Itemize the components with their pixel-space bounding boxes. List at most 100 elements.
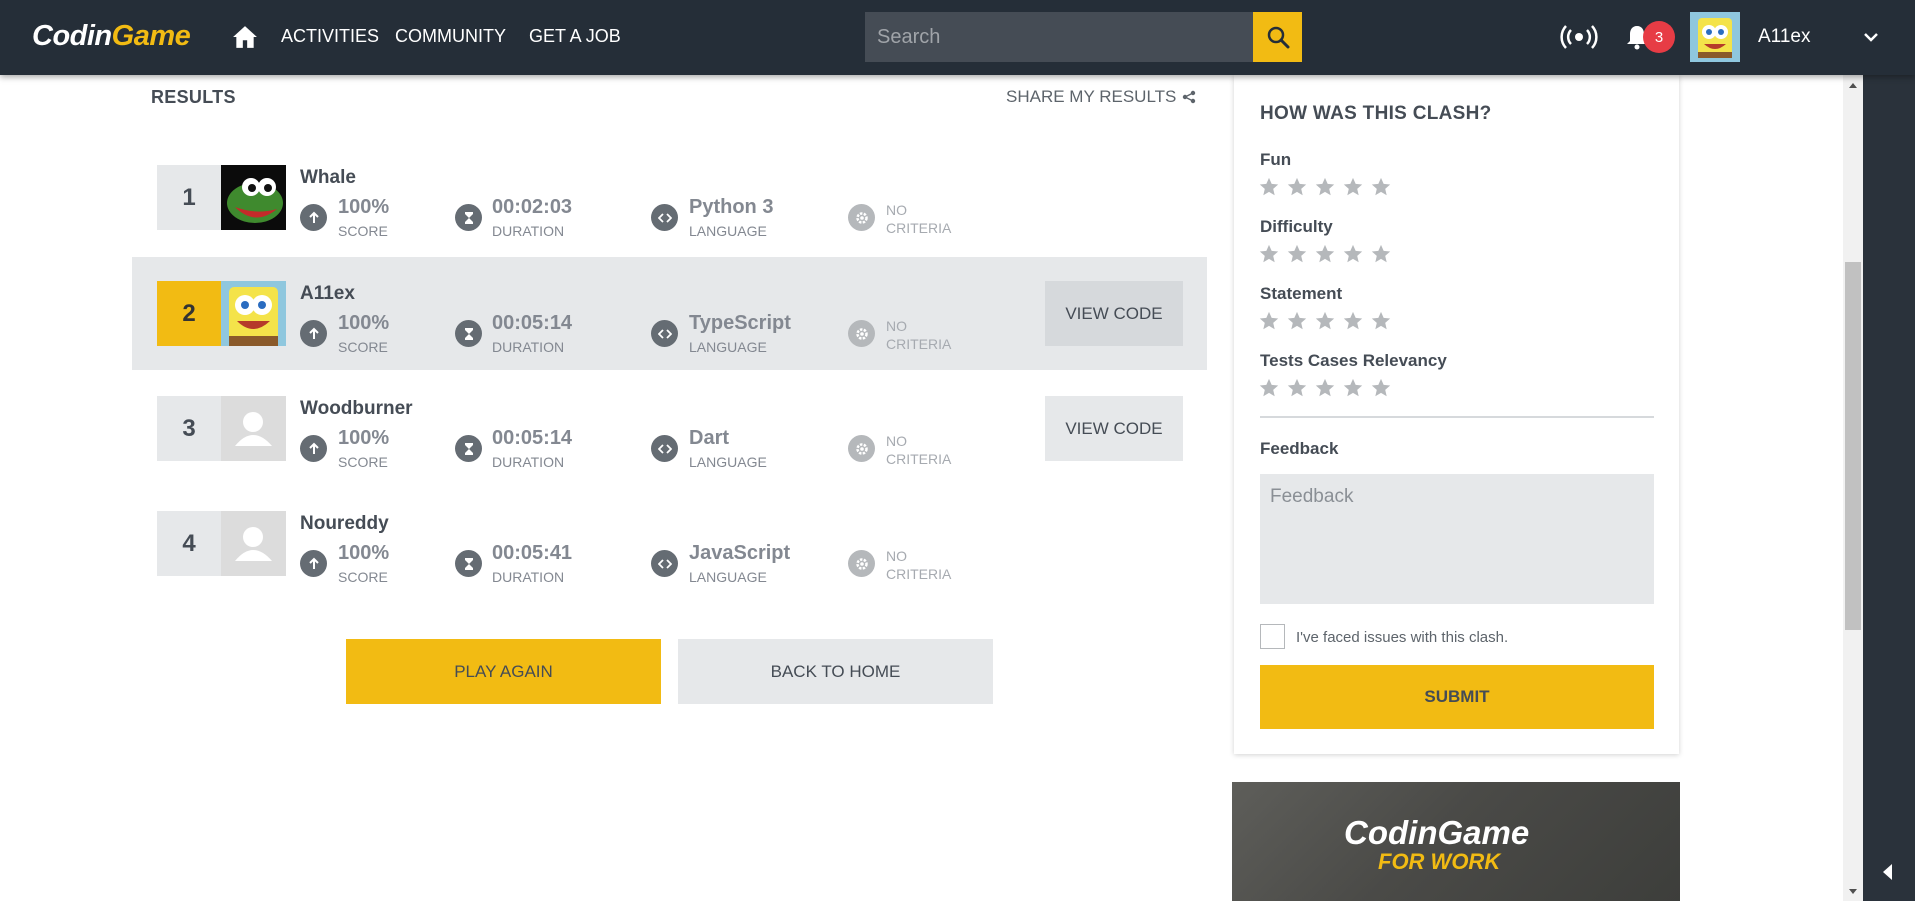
star-icon[interactable] bbox=[1314, 243, 1336, 265]
user-avatar[interactable] bbox=[1690, 12, 1740, 62]
sponge-avatar[interactable] bbox=[221, 281, 286, 346]
result-row: 4 Noureddy 100% SCORE 00:05:41 DURATION … bbox=[132, 488, 1207, 601]
language-value: Python 3 bbox=[689, 196, 774, 218]
gear-icon bbox=[848, 204, 875, 231]
player-name[interactable]: Noureddy bbox=[300, 513, 389, 535]
duration-value: 00:05:14 bbox=[492, 427, 573, 449]
issues-checkbox-label[interactable]: I've faced issues with this clash. bbox=[1296, 629, 1508, 646]
gear-icon bbox=[848, 320, 875, 347]
player-name[interactable]: A11ex bbox=[300, 283, 355, 305]
criteria-label: CRITERIA bbox=[886, 566, 952, 582]
frog-avatar[interactable] bbox=[221, 165, 286, 230]
gear-icon bbox=[848, 550, 875, 577]
feedback-textarea[interactable] bbox=[1260, 474, 1654, 604]
side-rail bbox=[1863, 75, 1915, 901]
home-icon[interactable] bbox=[232, 24, 258, 50]
nav-username[interactable]: A11ex bbox=[1758, 26, 1810, 48]
view-code-button[interactable]: VIEW CODE bbox=[1045, 281, 1183, 346]
back-to-home-button[interactable]: BACK TO HOME bbox=[678, 639, 993, 704]
criteria-label: CRITERIA bbox=[886, 220, 952, 236]
criteria-value: NO bbox=[886, 202, 907, 218]
view-code-button[interactable]: VIEW CODE bbox=[1045, 396, 1183, 461]
star-icon[interactable] bbox=[1342, 310, 1364, 332]
star-icon[interactable] bbox=[1314, 377, 1336, 399]
result-row: 3 Woodburner 100% SCORE 00:05:14 DURATIO… bbox=[132, 373, 1207, 486]
criteria-value: NO bbox=[886, 548, 907, 564]
star-icon[interactable] bbox=[1258, 243, 1280, 265]
feedback-panel-title: HOW WAS THIS CLASH? bbox=[1260, 103, 1492, 124]
share-results-link[interactable]: SHARE MY RESULTS bbox=[1006, 87, 1196, 107]
star-icon[interactable] bbox=[1286, 243, 1308, 265]
hourglass-icon bbox=[455, 435, 482, 462]
default-avatar[interactable] bbox=[221, 511, 286, 576]
ad-subtitle: FOR WORK bbox=[1378, 849, 1501, 874]
star-icon[interactable] bbox=[1370, 377, 1392, 399]
rating-stars-fun[interactable] bbox=[1258, 176, 1392, 198]
hourglass-icon bbox=[455, 550, 482, 577]
results-title: RESULTS bbox=[151, 87, 236, 107]
star-icon[interactable] bbox=[1258, 176, 1280, 198]
chevron-left-icon[interactable] bbox=[1880, 862, 1896, 882]
star-icon[interactable] bbox=[1314, 310, 1336, 332]
hourglass-icon bbox=[455, 204, 482, 231]
rating-stars-difficulty[interactable] bbox=[1258, 243, 1392, 265]
rank-badge: 4 bbox=[157, 511, 221, 576]
broadcast-icon[interactable] bbox=[1559, 22, 1599, 52]
duration-value: 00:02:03 bbox=[492, 196, 573, 218]
duration-label: DURATION bbox=[492, 569, 565, 585]
issues-checkbox[interactable] bbox=[1260, 624, 1285, 649]
arrow-up-icon bbox=[300, 320, 327, 347]
rating-stars-tests-cases-relevancy[interactable] bbox=[1258, 377, 1392, 399]
chevron-down-icon[interactable] bbox=[1862, 28, 1880, 46]
result-row: 1 Whale 100% SCORE 00:02:03 DURATION Pyt… bbox=[132, 134, 1207, 247]
play-again-button[interactable]: PLAY AGAIN bbox=[346, 639, 661, 704]
rating-label-fun: Fun bbox=[1260, 150, 1292, 169]
gear-icon bbox=[848, 435, 875, 462]
criteria-value: NO bbox=[886, 318, 907, 334]
feedback-label: Feedback bbox=[1260, 439, 1339, 458]
submit-button[interactable]: SUBMIT bbox=[1260, 665, 1654, 729]
score-label: SCORE bbox=[338, 223, 388, 239]
star-icon[interactable] bbox=[1286, 176, 1308, 198]
search-button[interactable] bbox=[1253, 12, 1302, 62]
duration-value: 00:05:14 bbox=[492, 312, 573, 334]
top-navbar: CodinGame ACTIVITIES COMMUNITY GET A JOB… bbox=[0, 0, 1915, 75]
language-label: LANGUAGE bbox=[689, 569, 767, 585]
arrow-up-icon bbox=[300, 204, 327, 231]
star-icon[interactable] bbox=[1258, 377, 1280, 399]
nav-get-a-job[interactable]: GET A JOB bbox=[529, 26, 621, 47]
star-icon[interactable] bbox=[1342, 243, 1364, 265]
rank-badge: 2 bbox=[157, 281, 221, 346]
rank-badge: 1 bbox=[157, 165, 221, 230]
star-icon[interactable] bbox=[1370, 243, 1392, 265]
scroll-down-arrow-icon[interactable] bbox=[1847, 885, 1859, 897]
star-icon[interactable] bbox=[1286, 377, 1308, 399]
search-icon bbox=[1267, 26, 1289, 49]
star-icon[interactable] bbox=[1370, 310, 1392, 332]
player-name[interactable]: Whale bbox=[300, 167, 356, 189]
codingame-logo[interactable]: CodinGame bbox=[32, 20, 191, 53]
scroll-up-arrow-icon[interactable] bbox=[1847, 80, 1859, 92]
star-icon[interactable] bbox=[1342, 176, 1364, 198]
nav-activities[interactable]: ACTIVITIES bbox=[281, 26, 379, 47]
rating-stars-statement[interactable] bbox=[1258, 310, 1392, 332]
player-name[interactable]: Woodburner bbox=[300, 398, 413, 420]
star-icon[interactable] bbox=[1258, 310, 1280, 332]
result-row-current-user: 2 A11ex 100% SCORE 00:05:14 DURATION Typ… bbox=[132, 257, 1207, 370]
nav-community[interactable]: COMMUNITY bbox=[395, 26, 506, 47]
star-icon[interactable] bbox=[1286, 310, 1308, 332]
language-label: LANGUAGE bbox=[689, 454, 767, 470]
ad-logo: CodinGame bbox=[1344, 814, 1530, 851]
codingame-for-work-banner[interactable]: CodinGame FOR WORK bbox=[1232, 782, 1680, 901]
star-icon[interactable] bbox=[1314, 176, 1336, 198]
scrollbar-thumb[interactable] bbox=[1845, 262, 1861, 630]
search-input[interactable] bbox=[865, 12, 1253, 62]
score-value: 100% bbox=[338, 542, 390, 564]
star-icon[interactable] bbox=[1342, 377, 1364, 399]
default-avatar[interactable] bbox=[221, 396, 286, 461]
score-value: 100% bbox=[338, 196, 390, 218]
criteria-value: NO bbox=[886, 433, 907, 449]
notification-badge[interactable]: 3 bbox=[1643, 21, 1675, 53]
score-label: SCORE bbox=[338, 569, 388, 585]
star-icon[interactable] bbox=[1370, 176, 1392, 198]
